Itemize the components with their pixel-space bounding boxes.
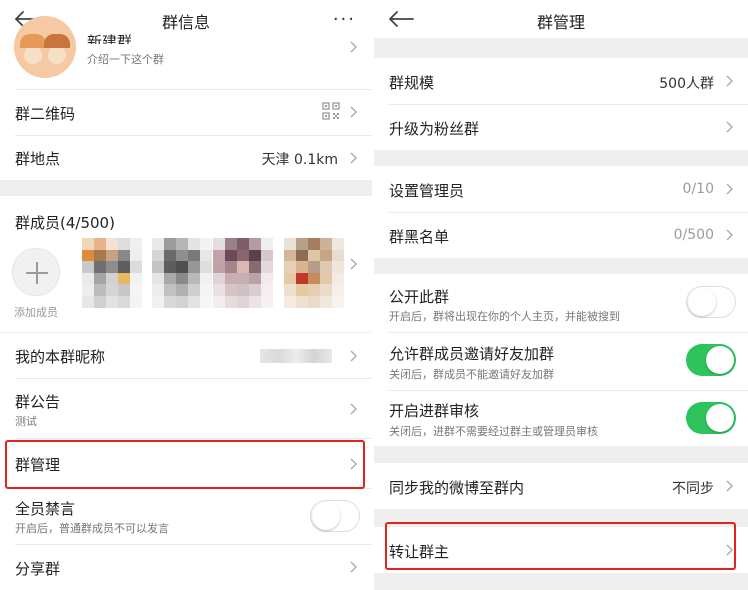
- public-group-toggle[interactable]: [686, 286, 736, 318]
- chevron-right-icon: [350, 403, 357, 415]
- share-group-label: 分享群: [15, 560, 61, 578]
- my-nickname-label: 我的本群昵称: [15, 348, 106, 366]
- mute-all-label: 全员禁言: [15, 500, 76, 518]
- add-member-icon[interactable]: [12, 248, 60, 296]
- mute-all-toggle[interactable]: [310, 500, 360, 532]
- chevron-right-icon: [350, 152, 357, 164]
- qrcode-label: 群二维码: [15, 105, 76, 123]
- chevron-right-icon: [350, 41, 357, 53]
- group-intro: 介绍一下这个群: [87, 53, 164, 66]
- blacklist-label: 群黑名单: [389, 228, 450, 246]
- member-avatar[interactable]: [82, 238, 142, 308]
- group-scale-row[interactable]: 群规模 500人群: [374, 58, 748, 104]
- member-avatar[interactable]: [152, 238, 212, 308]
- allow-invite-description: 关闭后，群成员不能邀请好友加群: [389, 368, 554, 381]
- page-title: 群管理: [536, 13, 585, 32]
- chevron-right-icon: [350, 561, 357, 573]
- public-group-label: 公开此群: [389, 288, 450, 306]
- group-manage-header: 群管理: [374, 0, 748, 38]
- location-value: 天津 0.1km: [261, 152, 338, 168]
- join-review-toggle[interactable]: [686, 402, 736, 434]
- chevron-right-icon: [726, 75, 733, 87]
- upgrade-fans-row[interactable]: 升级为粉丝群: [374, 104, 748, 150]
- set-admin-value: 0/10: [682, 181, 714, 197]
- weibo-sync-label: 同步我的微博至群内: [389, 479, 525, 497]
- allow-invite-label: 允许群成员邀请好友加群: [389, 345, 555, 363]
- qrcode-row[interactable]: 群二维码: [0, 89, 372, 135]
- notice-content: 测试: [15, 415, 37, 428]
- join-review-description: 关闭后，进群不需要经过群主或管理员审核: [389, 425, 598, 438]
- more-icon[interactable]: ···: [333, 9, 356, 30]
- nickname-value: [260, 349, 332, 363]
- group-scale-value: 500人群: [659, 76, 714, 92]
- chevron-right-icon: [726, 229, 733, 241]
- chevron-right-icon: [350, 258, 357, 270]
- public-group-description: 开启后，群将出现在你的个人主页，并能被搜到: [389, 310, 620, 323]
- allow-invite-toggle[interactable]: [686, 344, 736, 376]
- join-review-label: 开启进群审核: [389, 402, 480, 420]
- chevron-right-icon: [726, 121, 733, 133]
- group-scale-label: 群规模: [389, 74, 435, 92]
- set-admin-label: 设置管理员: [389, 182, 465, 200]
- transfer-owner-highlight: [385, 522, 736, 570]
- members-section: 群成员(4/500) 添加成员: [0, 196, 372, 332]
- group-info-screen: 群信息 ··· 新建群 介绍一下这个群 群二维码 群地点 天津 0.1km 群成…: [0, 0, 372, 590]
- group-manage-screen: 群管理 群规模 500人群 升级为粉丝群 设置管理员 0/10 群黑名单 0/5…: [374, 0, 748, 590]
- share-group-row[interactable]: 分享群: [0, 544, 372, 590]
- weibo-sync-row[interactable]: 同步我的微博至群内 不同步: [374, 463, 748, 509]
- location-row[interactable]: 群地点 天津 0.1km: [0, 135, 372, 180]
- set-admin-row[interactable]: 设置管理员 0/10: [374, 166, 748, 212]
- add-member-label: 添加成员: [14, 306, 58, 319]
- blacklist-value: 0/500: [673, 227, 714, 243]
- chevron-right-icon: [350, 106, 357, 118]
- group-avatar: [14, 16, 76, 78]
- notice-row[interactable]: 群公告 测试: [0, 378, 372, 438]
- group-name: 新建群: [87, 33, 133, 44]
- member-avatar[interactable]: [213, 238, 273, 308]
- location-label: 群地点: [15, 150, 61, 168]
- join-review-row: 开启进群审核 关闭后，进群不需要经过群主或管理员审核: [374, 390, 748, 446]
- mute-all-row: 全员禁言 开启后，普通群成员不可以发言: [0, 488, 372, 544]
- public-group-row: 公开此群 开启后，群将出现在你的个人主页，并能被搜到: [374, 274, 748, 332]
- blacklist-row[interactable]: 群黑名单 0/500: [374, 212, 748, 258]
- member-avatar[interactable]: [284, 238, 344, 308]
- allow-invite-row: 允许群成员邀请好友加群 关闭后，群成员不能邀请好友加群: [374, 332, 748, 390]
- chevron-right-icon: [726, 480, 733, 492]
- chevron-right-icon: [350, 350, 357, 362]
- my-nickname-row[interactable]: 我的本群昵称: [0, 333, 372, 378]
- upgrade-fans-label: 升级为粉丝群: [389, 120, 480, 138]
- chevron-right-icon: [726, 183, 733, 195]
- mute-all-description: 开启后，普通群成员不可以发言: [15, 522, 169, 535]
- weibo-sync-value: 不同步: [672, 481, 714, 497]
- members-label: 群成员(4/500): [15, 214, 115, 232]
- group-card[interactable]: 新建群 介绍一下这个群: [0, 16, 372, 89]
- notice-label: 群公告: [15, 393, 61, 411]
- group-manage-highlight: [5, 440, 365, 489]
- qrcode-icon: [322, 102, 340, 120]
